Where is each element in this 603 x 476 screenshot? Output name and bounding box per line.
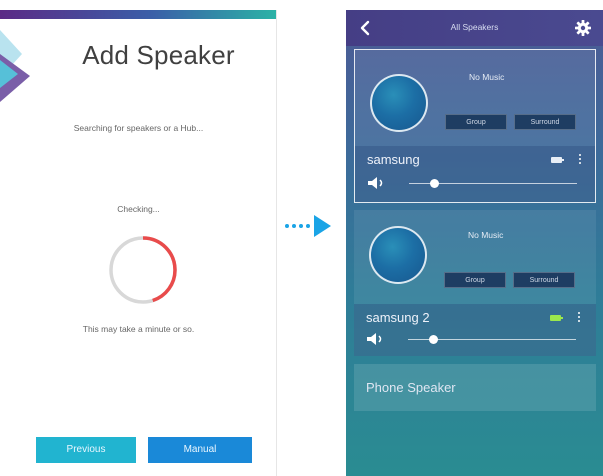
volume-slider-thumb[interactable] <box>428 335 438 344</box>
speaker-card[interactable]: No Music Group Surround samsung <box>354 49 596 203</box>
surround-button[interactable]: Surround <box>513 272 575 288</box>
all-speakers-screen: All Speakers No Music Group Surround sam… <box>346 10 603 476</box>
speaker-name: samsung 2 <box>366 310 430 325</box>
header-bar: All Speakers <box>346 10 603 46</box>
surround-button[interactable]: Surround <box>514 114 576 130</box>
more-icon[interactable] <box>576 153 584 165</box>
top-accent-bar <box>0 10 276 19</box>
gear-icon[interactable] <box>574 19 592 37</box>
speaker-name: samsung <box>367 152 420 167</box>
group-button[interactable]: Group <box>444 272 506 288</box>
checking-status: Checking... <box>117 204 160 214</box>
volume-slider-thumb[interactable] <box>429 179 439 188</box>
phone-speaker-label: Phone Speaker <box>366 380 456 395</box>
header-title: All Speakers <box>450 22 499 32</box>
add-speaker-screen: Add Speaker Searching for speakers or a … <box>0 10 277 476</box>
progress-spinner <box>109 236 177 304</box>
speaker-control-row: samsung 2 <box>354 304 596 356</box>
searching-message: Searching for speakers or a Hub... <box>73 123 204 133</box>
wait-message: This may take a minute or so. <box>82 324 195 334</box>
volume-icon[interactable] <box>366 332 386 346</box>
page-title: Add Speaker <box>82 40 235 70</box>
previous-button[interactable]: Previous <box>36 437 136 463</box>
playback-status: No Music <box>468 230 504 240</box>
speaker-artwork <box>370 74 428 132</box>
volume-icon[interactable] <box>367 176 387 190</box>
arrow-icon <box>285 215 331 237</box>
more-icon[interactable] <box>575 311 583 323</box>
group-button[interactable]: Group <box>445 114 507 130</box>
speaker-card[interactable]: No Music Group Surround samsung 2 <box>354 210 596 356</box>
speaker-control-row: samsung <box>355 146 595 202</box>
speaker-artwork <box>369 226 427 284</box>
battery-icon <box>550 315 563 321</box>
playback-status: No Music <box>469 72 505 82</box>
phone-speaker-row[interactable]: Phone Speaker <box>354 364 596 411</box>
manual-button[interactable]: Manual <box>148 437 252 463</box>
battery-icon <box>551 157 564 163</box>
